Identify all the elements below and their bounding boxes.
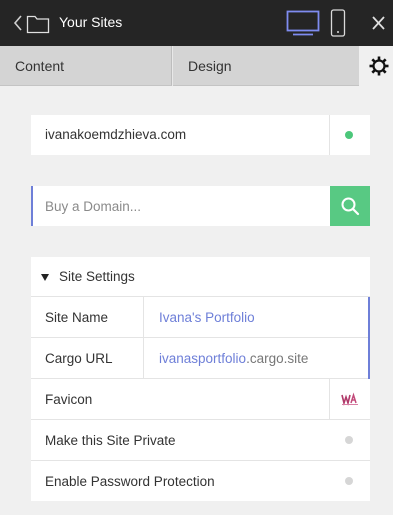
cargo-url-subdomain: ivanasportfolio <box>159 351 247 366</box>
cargo-url-value[interactable]: ivanasportfolio.cargo.site <box>159 351 308 366</box>
cargo-url-label: Cargo URL <box>45 351 113 366</box>
password-protection-row[interactable]: Enable Password Protection <box>31 461 370 502</box>
buy-domain-field <box>31 186 370 226</box>
your-sites-link[interactable]: Your Sites <box>59 14 122 30</box>
favicon-image-icon[interactable] <box>341 392 359 406</box>
favicon-row[interactable]: Favicon <box>31 379 370 420</box>
mobile-icon[interactable] <box>330 9 346 37</box>
site-settings-title: Site Settings <box>59 269 135 284</box>
tab-content[interactable]: Content <box>0 46 172 86</box>
active-accent <box>368 338 370 379</box>
chevron-left-icon[interactable] <box>12 14 24 32</box>
site-name-label: Site Name <box>45 310 109 325</box>
domain-status-dot <box>345 131 353 139</box>
domain-card[interactable]: ivanakoemdzhieva.com <box>31 115 370 155</box>
password-protection-label: Enable Password Protection <box>45 474 215 489</box>
gear-icon <box>369 56 389 76</box>
domain-name[interactable]: ivanakoemdzhieva.com <box>45 127 186 142</box>
search-button[interactable] <box>330 186 370 226</box>
top-bar: Your Sites <box>0 0 393 46</box>
site-name-row[interactable]: Site Name Ivana's Portfolio <box>31 297 370 338</box>
private-site-toggle[interactable] <box>345 436 353 444</box>
password-protection-toggle[interactable] <box>345 477 353 485</box>
active-accent <box>368 297 370 338</box>
tab-settings[interactable] <box>359 46 393 86</box>
tab-bar: Content Design <box>0 46 393 86</box>
cargo-url-suffix: .cargo.site <box>246 351 309 366</box>
close-icon[interactable] <box>371 13 385 33</box>
search-icon <box>341 197 360 216</box>
collapse-triangle-icon <box>41 274 49 281</box>
site-settings-panel: Site Settings Site Name Ivana's Portfoli… <box>31 257 370 501</box>
buy-domain-input[interactable] <box>33 186 330 226</box>
site-name-value[interactable]: Ivana's Portfolio <box>159 310 255 325</box>
private-site-row[interactable]: Make this Site Private <box>31 420 370 461</box>
folder-icon[interactable] <box>26 12 50 34</box>
divider <box>329 115 330 155</box>
private-site-label: Make this Site Private <box>45 433 176 448</box>
tab-design[interactable]: Design <box>173 46 359 86</box>
cargo-url-row[interactable]: Cargo URL ivanasportfolio.cargo.site <box>31 338 370 379</box>
site-settings-header[interactable]: Site Settings <box>31 257 370 297</box>
desktop-icon[interactable] <box>286 10 320 36</box>
divider <box>143 338 144 378</box>
divider <box>143 297 144 337</box>
favicon-label: Favicon <box>45 392 93 407</box>
divider <box>329 379 330 419</box>
